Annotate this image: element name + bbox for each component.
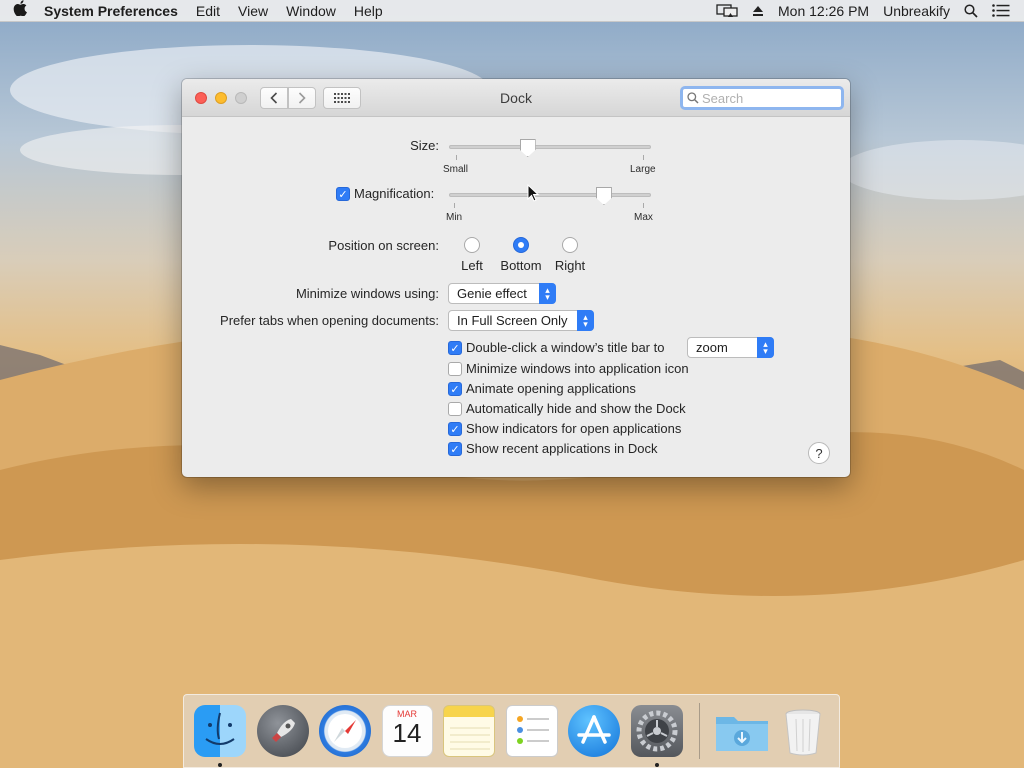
show-recent-apps-label[interactable]: Show recent applications in Dock	[466, 441, 658, 456]
notes-icon[interactable]	[443, 705, 496, 757]
calendar-day: 14	[392, 718, 422, 748]
dock: MAR 14	[183, 694, 840, 768]
popup-arrows-icon: ▴ ▾	[539, 283, 556, 304]
position-right-radio[interactable]	[562, 237, 578, 253]
autohide-dock-checkbox[interactable]	[448, 402, 462, 416]
position-left-label[interactable]: Left	[452, 258, 492, 273]
magnification-max-label: Max	[634, 212, 653, 223]
show-recent-apps-checkbox[interactable]: ✓	[448, 442, 462, 456]
magnification-checkbox[interactable]: ✓	[336, 187, 350, 201]
spotlight-search-icon[interactable]	[957, 3, 985, 18]
calendar-icon[interactable]: MAR 14	[381, 705, 433, 757]
size-tick-max	[643, 155, 644, 160]
position-label: Position on screen:	[328, 238, 439, 253]
prefer-tabs-label: Prefer tabs when opening documents:	[220, 313, 439, 328]
autohide-dock-label[interactable]: Automatically hide and show the Dock	[466, 401, 686, 416]
mouse-cursor-icon	[527, 184, 539, 202]
double-click-action-value: zoom	[696, 340, 728, 355]
menubar-user[interactable]: Unbreakify	[876, 3, 957, 19]
preferences-content: Size: Small Large ✓ Magnification: Min M…	[182, 118, 850, 477]
magnification-min-label: Min	[446, 212, 463, 223]
double-click-checkbox[interactable]: ✓	[448, 341, 462, 355]
apple-menu-icon[interactable]	[0, 0, 40, 21]
menu-view[interactable]: View	[229, 3, 277, 19]
magnification-label[interactable]: Magnification:	[354, 186, 434, 201]
app-menu[interactable]: System Preferences	[40, 3, 187, 19]
safari-icon[interactable]	[319, 705, 371, 757]
menubar-clock[interactable]: Mon 12:26 PM	[771, 3, 876, 19]
position-left-radio[interactable]	[464, 237, 480, 253]
size-min-label: Small	[443, 164, 469, 175]
help-button[interactable]: ?	[808, 442, 830, 464]
show-indicators-label[interactable]: Show indicators for open applications	[466, 421, 681, 436]
title-bar[interactable]: Dock	[182, 79, 850, 117]
size-slider[interactable]	[449, 145, 651, 149]
magnification-slider-thumb[interactable]	[595, 187, 612, 205]
notification-center-icon[interactable]	[985, 4, 1024, 17]
trash-icon[interactable]	[777, 705, 829, 757]
popup-arrows-icon: ▴ ▾	[757, 337, 774, 358]
app-store-icon[interactable]	[568, 705, 621, 757]
airplay-display-icon[interactable]	[709, 3, 745, 18]
running-indicator	[218, 763, 222, 767]
menu-window[interactable]: Window	[277, 3, 345, 19]
magnification-slider[interactable]	[449, 193, 651, 197]
menu-bar: System Preferences Edit View Window Help…	[0, 0, 1024, 22]
size-slider-thumb[interactable]	[519, 139, 536, 157]
position-bottom-radio[interactable]	[513, 237, 529, 253]
minimize-effect-value: Genie effect	[457, 286, 527, 301]
size-tick-min	[456, 155, 457, 160]
double-click-label[interactable]: Double-click a window’s title bar to	[466, 340, 664, 355]
popup-arrows-icon: ▴ ▾	[577, 310, 594, 331]
search-input[interactable]	[702, 90, 832, 106]
size-label: Size:	[410, 138, 439, 153]
magnification-tick-min	[454, 203, 455, 208]
minimize-into-icon-checkbox[interactable]	[448, 362, 462, 376]
system-preferences-icon[interactable]	[630, 705, 683, 767]
position-bottom-label[interactable]: Bottom	[494, 258, 548, 273]
menu-help[interactable]: Help	[345, 3, 392, 19]
minimize-label: Minimize windows using:	[295, 286, 439, 301]
size-max-label: Large	[630, 164, 656, 175]
running-indicator	[654, 763, 659, 767]
menu-edit[interactable]: Edit	[187, 3, 229, 19]
prefer-tabs-value: In Full Screen Only	[457, 313, 568, 328]
magnification-tick-max	[643, 203, 644, 208]
minimize-effect-popup[interactable]: Genie effect ▴ ▾	[448, 283, 556, 304]
prefer-tabs-popup[interactable]: In Full Screen Only ▴ ▾	[448, 310, 594, 331]
show-indicators-checkbox[interactable]: ✓	[448, 422, 462, 436]
dock-separator	[699, 703, 700, 759]
dock-preferences-window: Dock Size: Small Large ✓ Magnification: …	[182, 79, 850, 477]
animate-opening-checkbox[interactable]: ✓	[448, 382, 462, 396]
animate-opening-label[interactable]: Animate opening applications	[466, 381, 636, 396]
double-click-action-popup[interactable]: zoom ▴ ▾	[687, 337, 774, 358]
search-icon	[687, 92, 699, 104]
position-right-label[interactable]: Right	[548, 258, 592, 273]
downloads-folder-icon[interactable]	[714, 705, 768, 757]
launchpad-icon[interactable]	[256, 705, 309, 757]
reminders-icon[interactable]	[505, 705, 558, 757]
minimize-into-icon-label[interactable]: Minimize windows into application icon	[466, 361, 689, 376]
search-field[interactable]	[680, 86, 844, 110]
eject-icon[interactable]	[745, 5, 771, 17]
finder-icon[interactable]	[194, 705, 246, 767]
